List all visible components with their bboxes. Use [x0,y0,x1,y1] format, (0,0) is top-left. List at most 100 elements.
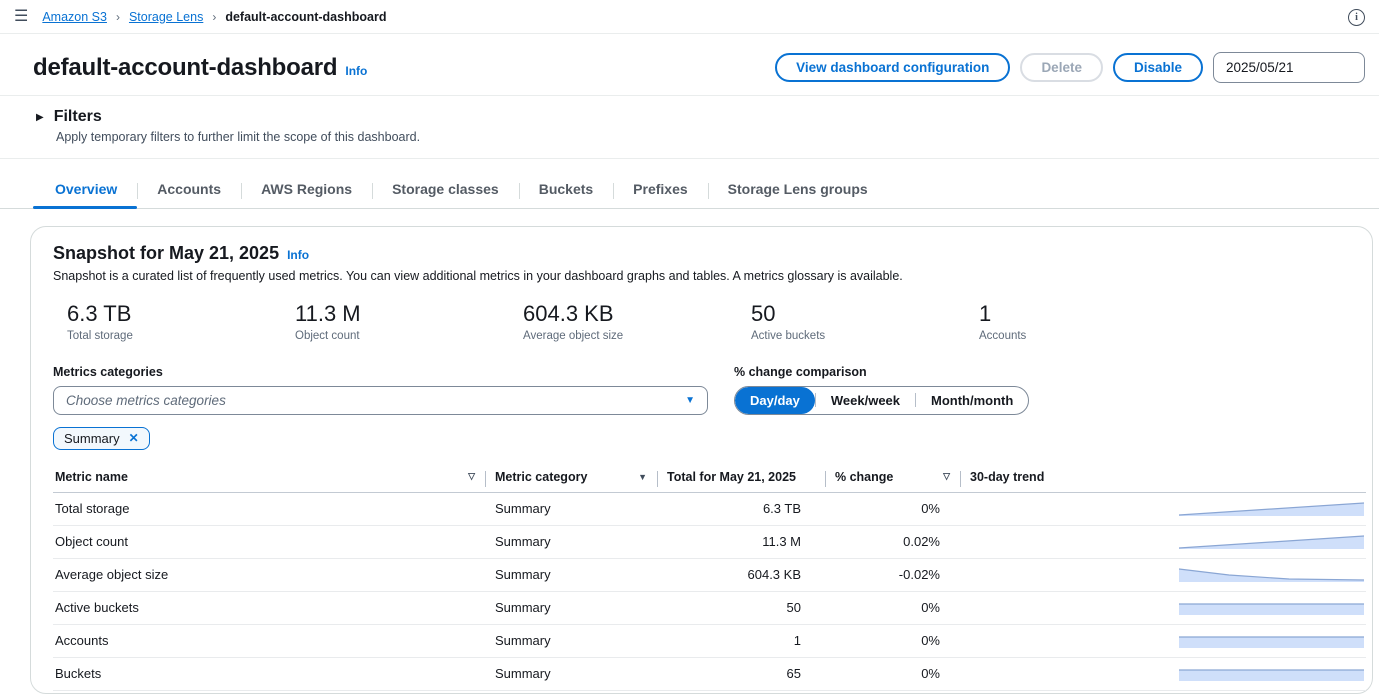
hamburger-menu-icon[interactable]: ☰ [14,9,28,25]
metric-value: 50 [751,300,965,328]
metric-value: 604.3 KB [523,300,737,328]
table-row: Accounts Summary 1 0% [53,624,1366,657]
tab-accounts[interactable]: Accounts [137,173,241,208]
metric-value: 6.3 TB [67,300,281,328]
snapshot-card: Snapshot for May 21, 2025 Info Snapshot … [30,226,1373,694]
table-row: Buckets Summary 65 0% [53,657,1366,690]
select-placeholder: Choose metrics categories [66,393,226,408]
cell-percent-change: 0% [825,591,960,624]
close-icon[interactable]: ✕ [129,431,139,445]
token-label: Summary [64,431,120,446]
cell-metric-name: Object count [53,525,485,558]
cell-percent-change: 0% [825,657,960,690]
snapshot-info-link[interactable]: Info [287,248,309,262]
cell-metric-category: Summary [485,624,657,657]
breadcrumb-separator-icon: › [212,10,216,24]
metrics-categories-select[interactable]: Choose metrics categories ▼ [53,386,708,415]
breadcrumb-current-page: default-account-dashboard [225,10,386,24]
metrics-controls: Metrics categories Choose metrics catego… [53,365,1366,450]
filters-section: ▶ Filters Apply temporary filters to fur… [0,95,1379,159]
trend-sparkline [960,558,1366,591]
breadcrumb: Amazon S3 › Storage Lens › default-accou… [42,10,386,24]
snapshot-title: Snapshot for May 21, 2025 [53,243,279,264]
cell-total: 11.3 M [657,525,825,558]
tab-buckets[interactable]: Buckets [519,173,613,208]
trend-sparkline [960,492,1366,525]
date-input[interactable] [1213,52,1365,83]
cell-total: 6.3 TB [657,492,825,525]
table-row: Total storage Summary 6.3 TB 0% [53,492,1366,525]
cell-metric-category: Summary [485,525,657,558]
metric-object-count: 11.3 M Object count [281,300,509,342]
cell-percent-change: 0.02% [825,525,960,558]
sort-icon[interactable]: ▽ [468,471,475,482]
metric-total-storage: 6.3 TB Total storage [53,300,281,342]
filters-description: Apply temporary filters to further limit… [56,130,1365,144]
top-navigation-bar: ☰ Amazon S3 › Storage Lens › default-acc… [0,0,1379,34]
column-header-30-day-trend[interactable]: 30-day trend [960,463,1366,493]
metric-active-buckets: 50 Active buckets [737,300,965,342]
info-icon[interactable]: i [1348,9,1365,26]
metric-label: Total storage [67,330,281,342]
tab-storage-classes[interactable]: Storage classes [372,173,519,208]
metric-value: 1 [979,300,1193,328]
metric-accounts: 1 Accounts [965,300,1193,342]
tab-aws-regions[interactable]: AWS Regions [241,173,372,208]
segment-week-week[interactable]: Week/week [816,387,915,414]
metric-label: Active buckets [751,330,965,342]
snapshot-description: Snapshot is a curated list of frequently… [53,269,1366,283]
segment-day-day[interactable]: Day/day [735,387,815,414]
token-summary[interactable]: Summary ✕ [53,427,150,450]
cell-percent-change: -0.02% [825,558,960,591]
breadcrumb-separator-icon: › [116,10,120,24]
trend-sparkline [960,525,1366,558]
cell-metric-category: Summary [485,492,657,525]
trend-sparkline [960,624,1366,657]
cell-total: 65 [657,657,825,690]
metric-value: 11.3 M [295,300,509,328]
page-header: default-account-dashboard Info View dash… [0,34,1379,95]
trend-sparkline [960,657,1366,690]
column-header-metric-category[interactable]: Metric category▼ [485,463,657,493]
column-header-percent-change[interactable]: % change▽ [825,463,960,493]
cell-metric-name: Total storage [53,492,485,525]
title-info-link[interactable]: Info [345,64,367,78]
cell-total: 50 [657,591,825,624]
metric-label: Object count [295,330,509,342]
sort-icon[interactable]: ▽ [943,471,950,482]
expand-caret-icon: ▶ [36,112,44,123]
change-comparison-label: % change comparison [734,365,1029,379]
table-row: Average object size Summary 604.3 KB -0.… [53,558,1366,591]
snapshot-metrics: 6.3 TB Total storage 11.3 M Object count… [53,300,1366,342]
cell-metric-name: Average object size [53,558,485,591]
segment-month-month[interactable]: Month/month [916,387,1028,414]
filter-caret-icon[interactable]: ▼ [638,472,647,482]
trend-sparkline [960,591,1366,624]
cell-metric-name: Active buckets [53,591,485,624]
disable-button[interactable]: Disable [1113,53,1203,82]
filters-expander[interactable]: ▶ Filters [36,108,1365,126]
cell-percent-change: 0% [825,624,960,657]
cell-metric-name: Buckets [53,657,485,690]
tab-prefixes[interactable]: Prefixes [613,173,707,208]
cell-total: 1 [657,624,825,657]
metric-label: Accounts [979,330,1193,342]
metrics-table: Metric name▽ Metric category▼ Total for … [53,463,1366,691]
breadcrumb-link-amazon-s3[interactable]: Amazon S3 [42,10,107,24]
column-header-total[interactable]: Total for May 21, 2025 [657,463,825,493]
metrics-categories-label: Metrics categories [53,365,734,379]
tab-storage-lens-groups[interactable]: Storage Lens groups [708,173,888,208]
table-row: Object count Summary 11.3 M 0.02% [53,525,1366,558]
breadcrumb-link-storage-lens[interactable]: Storage Lens [129,10,203,24]
cell-percent-change: 0% [825,492,960,525]
page-title: default-account-dashboard [33,54,337,82]
metric-label: Average object size [523,330,737,342]
view-dashboard-configuration-button[interactable]: View dashboard configuration [775,53,1010,82]
comparison-segmented-control: Day/day Week/week Month/month [734,386,1029,415]
cell-total: 604.3 KB [657,558,825,591]
chevron-down-icon: ▼ [685,395,695,406]
tab-overview[interactable]: Overview [33,173,137,208]
column-header-metric-name[interactable]: Metric name▽ [53,463,485,493]
metric-average-object-size: 604.3 KB Average object size [509,300,737,342]
cell-metric-name: Accounts [53,624,485,657]
